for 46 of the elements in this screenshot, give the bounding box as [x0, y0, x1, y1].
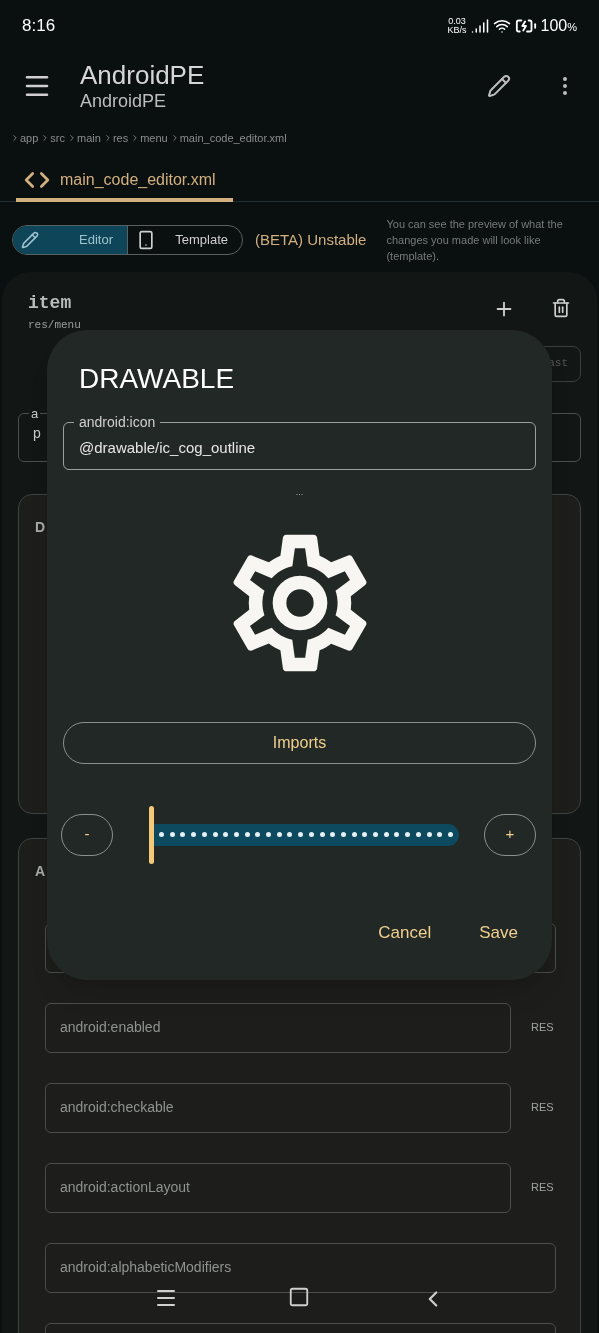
app-subtitle: AndroidPE [80, 90, 168, 112]
chevron-icon [10, 133, 20, 143]
section-title: D [35, 518, 46, 535]
field-label: android:icon [78, 413, 157, 432]
breadcrumb-item[interactable]: src [50, 129, 66, 147]
breadcrumb-item[interactable]: menu [140, 129, 168, 147]
res-badge[interactable]: RES [531, 1179, 554, 1196]
res-badge[interactable]: RES [531, 1099, 554, 1116]
breadcrumb-item[interactable]: res [112, 129, 129, 147]
attribute-field[interactable]: android:alphabeticModifiers [45, 1242, 556, 1293]
clock: 8:16 [22, 15, 56, 38]
mode-tab[interactable]: Template [127, 226, 242, 254]
section-title: A [35, 862, 46, 879]
net-unit: KB/s [447, 26, 467, 35]
file-tab[interactable]: main_code_editor.xml [16, 162, 233, 202]
dialog-title: DRAWABLE [79, 362, 236, 396]
delete-icon[interactable] [551, 298, 571, 318]
attribute-field[interactable]: android:checkable [45, 1082, 511, 1133]
dialog-button[interactable]: Cancel [368, 913, 442, 951]
slider-thumb[interactable] [149, 805, 154, 864]
battery-level: 100% [540, 16, 577, 36]
field-value: @drawable/ic_cog_outline [79, 438, 257, 458]
element-path: res/menu [28, 318, 82, 333]
phone-icon [136, 230, 156, 250]
hint-text: You can see the preview of what the changes you made will look like (template). [386, 217, 564, 264]
wifi-icon [492, 17, 511, 35]
size-slider[interactable] [149, 805, 459, 864]
beta-label: (BETA) Unstable [255, 229, 367, 250]
signal-icon [470, 17, 489, 35]
app-title: AndroidPE [80, 60, 206, 90]
home-icon[interactable] [287, 1286, 310, 1308]
pencil-icon [21, 231, 39, 249]
res-badge[interactable]: RES [531, 1019, 554, 1036]
attribute-field[interactable]: android:enabled [45, 1002, 511, 1053]
field-label: a [30, 404, 40, 423]
element-tag: item [28, 290, 493, 317]
attribute-field[interactable]: android:actionLayout [45, 1162, 511, 1213]
net-speed: 0.03 [448, 17, 466, 26]
field-value: p [33, 425, 41, 441]
dialog-button[interactable]: Save [469, 913, 528, 951]
mode-tab[interactable]: Editor [13, 226, 127, 254]
breadcrumb-item[interactable]: main [77, 129, 101, 147]
edit-icon[interactable] [487, 74, 511, 98]
breadcrumb-item[interactable]: app [20, 129, 39, 147]
ellipsis: ... [294, 486, 305, 499]
breadcrumb-item[interactable]: main_code_editor.xml [179, 129, 287, 147]
